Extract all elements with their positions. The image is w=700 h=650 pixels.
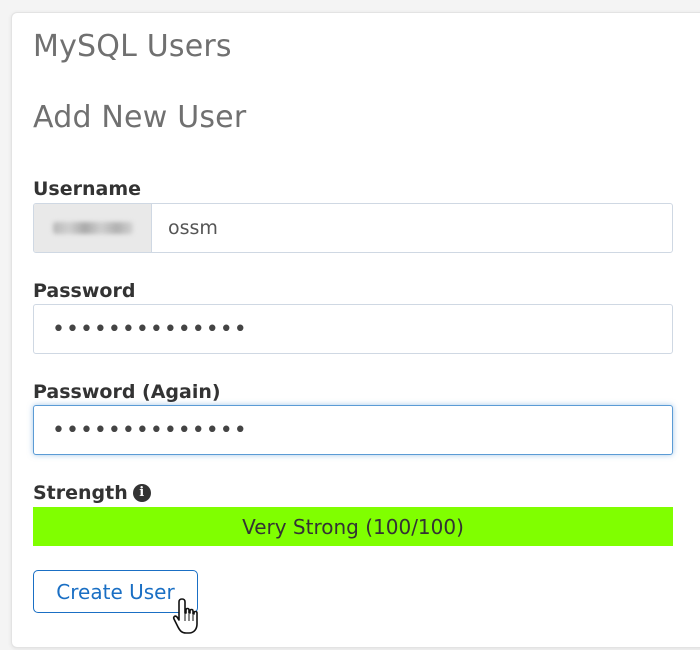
section-title: Add New User: [33, 100, 247, 135]
strength-meter-text: Very Strong (100/100): [242, 514, 464, 539]
info-icon[interactable]: i: [132, 484, 151, 502]
username-input-group: [33, 203, 673, 253]
hand-pointer-icon: [172, 598, 198, 634]
username-label: Username: [33, 178, 142, 200]
password-label: Password: [33, 280, 136, 302]
username-input[interactable]: [152, 204, 672, 252]
page-title: MySQL Users: [33, 29, 232, 64]
strength-label-row: Strength i: [33, 482, 151, 504]
redacted-prefix: [52, 222, 133, 234]
strength-meter: Very Strong (100/100): [33, 507, 673, 546]
password-again-input[interactable]: [33, 405, 673, 455]
strength-label: Strength: [33, 482, 128, 504]
username-prefix: [34, 204, 152, 252]
password-again-label: Password (Again): [33, 381, 221, 403]
password-input[interactable]: [33, 304, 673, 354]
